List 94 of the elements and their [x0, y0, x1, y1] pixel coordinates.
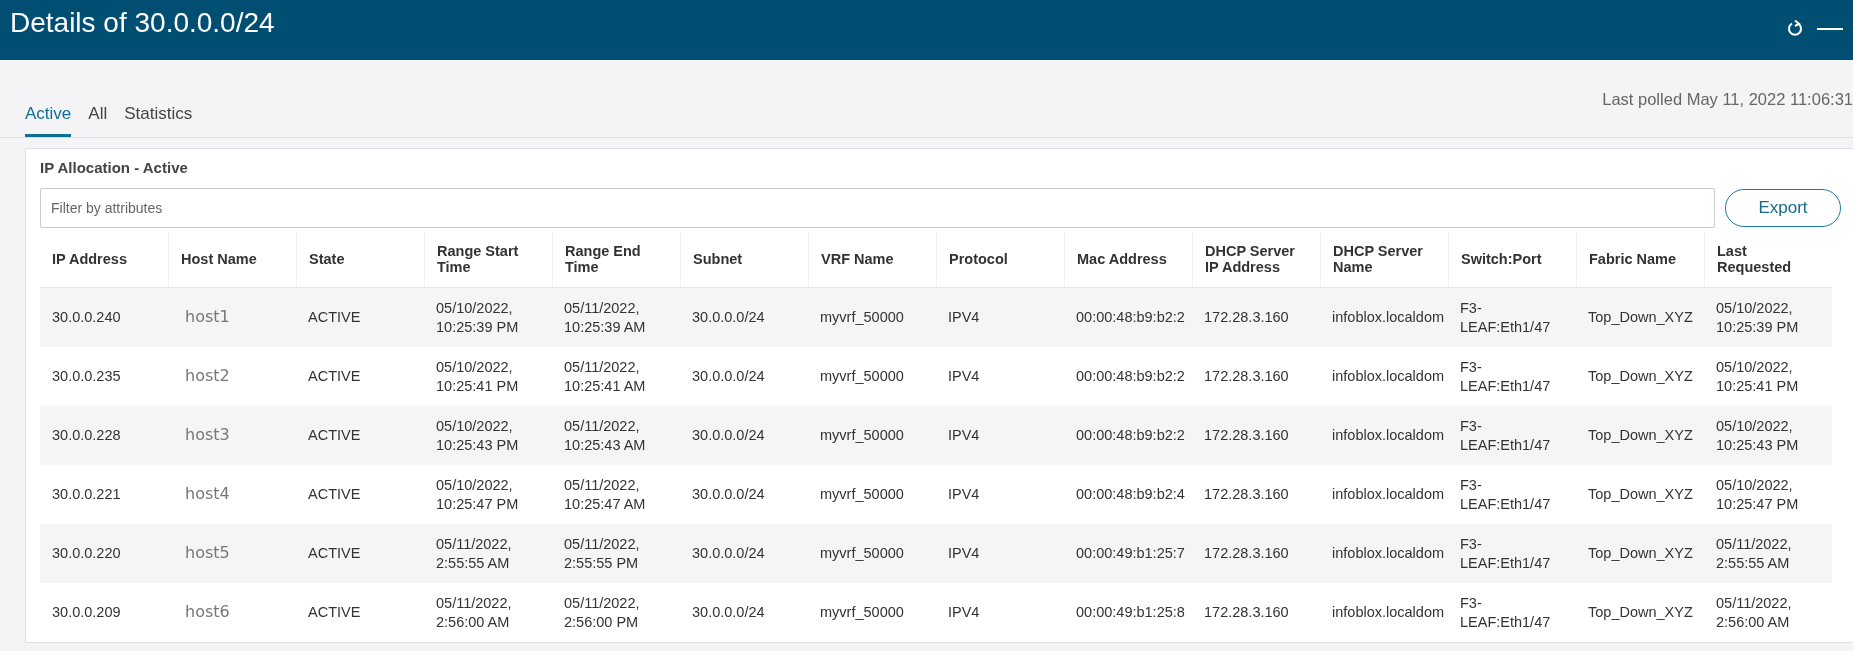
table-cell-text: 05/10/2022, 10:25:41 PM — [435, 357, 520, 396]
table-cell-text: 30.0.0.235 — [51, 367, 122, 387]
table-cell-text: myvrf_50000 — [819, 367, 905, 387]
table-cell-text: infoblox.localdom — [1331, 603, 1446, 623]
table-cell-text: Top_Down_XYZ — [1587, 485, 1694, 505]
table-cell: 00:00:48:b9:b2:2 — [1064, 288, 1192, 347]
host-name-cell: host3 — [168, 406, 296, 465]
table-cell: 30.0.0.220 — [40, 524, 168, 583]
table-cell: Top_Down_XYZ — [1576, 288, 1704, 347]
table-cell-text: 05/11/2022, 2:56:00 AM — [1715, 593, 1793, 632]
table-cell: Top_Down_XYZ — [1576, 524, 1704, 583]
table-cell: 00:00:49:b1:25:7 — [1064, 524, 1192, 583]
table-cell-text: 05/10/2022, 10:25:47 PM — [435, 475, 520, 514]
table-cell-text: 30.0.0.0/24 — [691, 367, 766, 387]
table-cell-text: infoblox.localdom — [1331, 367, 1446, 387]
tab[interactable]: Statistics — [124, 96, 193, 137]
table-cell-text: 172.28.3.160 — [1203, 603, 1290, 623]
table-cell: ACTIVE — [296, 288, 424, 347]
table-cell-text: 30.0.0.221 — [51, 485, 122, 505]
table-cell: IPV4 — [936, 524, 1064, 583]
table-cell: 30.0.0.0/24 — [680, 524, 808, 583]
tab[interactable]: All — [88, 96, 108, 137]
table-cell-text: myvrf_50000 — [819, 603, 905, 623]
table-cell-text: 00:00:48:b9:b2:2 — [1075, 367, 1186, 387]
host-name-cell-text: host2 — [184, 365, 231, 388]
window-title: Details of 30.0.0.0/24 — [10, 7, 276, 39]
table-cell-text: Top_Down_XYZ — [1587, 603, 1694, 623]
table-cell: 30.0.0.240 — [40, 288, 168, 347]
table-cell: 172.28.3.160 — [1192, 288, 1320, 347]
table-cell-text: F3-LEAF:Eth1/47 — [1459, 593, 1552, 632]
table-cell: myvrf_50000 — [808, 288, 936, 347]
table-cell: ACTIVE — [296, 406, 424, 465]
table-cell-text: 05/11/2022, 2:56:00 AM — [435, 593, 513, 632]
panel-title: IP Allocation - Active — [40, 159, 189, 176]
table-cell: 05/11/2022, 2:55:55 AM — [1704, 524, 1832, 583]
table-cell-text: 05/11/2022, 10:25:47 AM — [563, 475, 647, 514]
table-cell-text: myvrf_50000 — [819, 485, 905, 505]
table-cell: 05/10/2022, 10:25:43 PM — [1704, 406, 1832, 465]
table-cell-text: 172.28.3.160 — [1203, 485, 1290, 505]
last-polled-text: Last polled May 11, 2022 11:06:31 — [1602, 90, 1853, 109]
table-cell-text: 30.0.0.0/24 — [691, 603, 766, 623]
table-cell: F3-LEAF:Eth1/47 — [1448, 288, 1576, 347]
table-cell-text: IPV4 — [947, 485, 981, 505]
table-cell-text: ACTIVE — [307, 603, 362, 623]
table-cell-text: 05/11/2022, 10:25:41 AM — [563, 357, 647, 396]
export-button[interactable]: Export — [1725, 189, 1841, 227]
table-cell-text: Top_Down_XYZ — [1587, 367, 1694, 387]
table-cell: 30.0.0.0/24 — [680, 288, 808, 347]
table-cell-text: infoblox.localdom — [1331, 485, 1446, 505]
table-cell: myvrf_50000 — [808, 406, 936, 465]
table-cell: 30.0.0.228 — [40, 406, 168, 465]
table-cell-text: 05/10/2022, 10:25:41 PM — [1715, 357, 1800, 396]
table-cell: infoblox.localdom — [1320, 524, 1448, 583]
table-cell-text: 00:00:48:b9:b2:4 — [1075, 485, 1186, 505]
table-cell: ACTIVE — [296, 524, 424, 583]
filter-field[interactable]: Filter by attributes — [40, 188, 1715, 228]
table-cell-text: IPV4 — [947, 367, 981, 387]
refresh-icon[interactable] — [1787, 20, 1803, 38]
table-cell: Top_Down_XYZ — [1576, 406, 1704, 465]
table-cell-text: 30.0.0.209 — [51, 603, 122, 623]
table-cell: 05/10/2022, 10:25:39 PM — [424, 288, 552, 347]
table-cell: IPV4 — [936, 406, 1064, 465]
table-cell-text: 00:00:49:b1:25:8 — [1075, 603, 1186, 623]
table-cell-text: 05/11/2022, 2:56:00 PM — [563, 593, 641, 632]
table-cell: F3-LEAF:Eth1/47 — [1448, 524, 1576, 583]
table-cell: 172.28.3.160 — [1192, 524, 1320, 583]
table-cell: 05/11/2022, 2:55:55 AM — [424, 524, 552, 583]
table-cell: infoblox.localdom — [1320, 406, 1448, 465]
table-cell-text: 30.0.0.0/24 — [691, 485, 766, 505]
table-cell: infoblox.localdom — [1320, 288, 1448, 347]
table-cell-text: IPV4 — [947, 603, 981, 623]
table-cell: 05/11/2022, 10:25:39 AM — [552, 288, 680, 347]
host-name-cell: host1 — [168, 288, 296, 347]
table-cell-text: ACTIVE — [307, 485, 362, 505]
table-cell: myvrf_50000 — [808, 524, 936, 583]
table-cell-text: 172.28.3.160 — [1203, 367, 1290, 387]
table-cell: 05/10/2022, 10:25:43 PM — [424, 406, 552, 465]
table-cell: 172.28.3.160 — [1192, 406, 1320, 465]
table-cell-text: ACTIVE — [307, 367, 362, 387]
host-name-cell-text: host6 — [184, 601, 231, 624]
table-cell: IPV4 — [936, 288, 1064, 347]
host-name-cell-text: host4 — [184, 483, 231, 506]
table-cell-text: F3-LEAF:Eth1/47 — [1459, 357, 1552, 396]
table-cell: F3-LEAF:Eth1/47 — [1448, 406, 1576, 465]
minimize-icon[interactable] — [1817, 27, 1843, 31]
table-cell: 05/11/2022, 2:55:55 PM — [552, 524, 680, 583]
table-cell: 05/10/2022, 10:25:39 PM — [1704, 288, 1832, 347]
host-name-cell: host5 — [168, 524, 296, 583]
table-cell-text: 05/10/2022, 10:25:47 PM — [1715, 475, 1800, 514]
table-cell: 30.0.0.0/24 — [680, 406, 808, 465]
table-cell-text: F3-LEAF:Eth1/47 — [1459, 475, 1552, 514]
table-cell: 05/11/2022, 10:25:43 AM — [552, 406, 680, 465]
table-cell: 00:00:48:b9:b2:2 — [1064, 406, 1192, 465]
tab[interactable]: Active — [25, 96, 72, 137]
